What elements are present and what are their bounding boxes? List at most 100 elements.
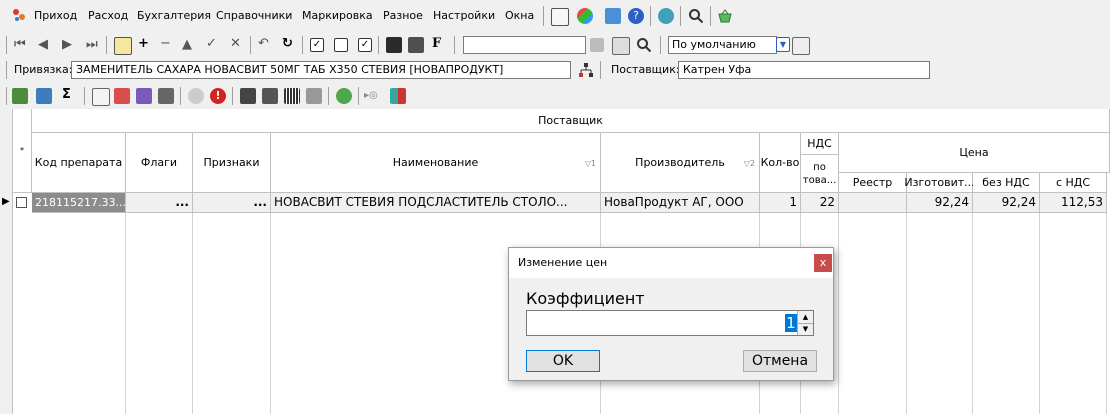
search-icon[interactable] [688,8,704,24]
cell-name[interactable]: НОВАСВИТ СТЕВИЯ ПОДСЛАСТИТЕЛЬ СТОЛО... [271,193,601,213]
column-group-price-label: Цена [959,146,989,159]
check-all-icon[interactable]: ✓ [310,38,324,52]
catalog-icon[interactable] [577,8,593,24]
eraser-icon[interactable] [188,88,204,104]
binding-edit-icon[interactable] [136,88,152,104]
settings-icon[interactable] [792,37,810,55]
binoculars-alt-icon[interactable] [262,88,278,104]
dialog-title: Изменение цен [518,256,608,269]
format-icon[interactable]: F [432,36,441,52]
undo-icon[interactable]: ↶ [258,36,269,52]
save-icon[interactable] [386,37,402,53]
prev-record-icon[interactable]: ◀ [38,37,48,53]
sum-icon[interactable]: Σ [62,87,71,103]
column-header-vat[interactable]: по това... [801,155,839,193]
delete-icon[interactable]: − [160,36,171,52]
document-icon[interactable] [92,88,110,106]
help-icon[interactable]: ? [628,8,644,24]
column-header-maker-price[interactable]: Изготовит... [904,173,975,193]
coefficient-input[interactable]: 1,1 [526,310,814,336]
play-step-icon[interactable]: ▸◎ [364,88,384,104]
export-icon[interactable] [408,37,424,53]
search-input[interactable] [463,36,586,54]
filter-icon[interactable] [612,37,630,55]
add-icon[interactable]: + [138,36,149,52]
cell-no-vat[interactable]: 92,24 [973,193,1040,213]
column-header-signs[interactable]: Признаки [193,133,271,193]
coefficient-spinner[interactable]: ▲ ▼ [797,311,813,335]
menu-okna[interactable]: Окна [505,9,534,22]
uncheck-all-icon[interactable] [334,38,348,52]
binoculars-icon[interactable] [240,88,256,104]
column-header-signs-label: Признаки [203,156,260,169]
cell-registry[interactable] [839,193,907,213]
column-header-registry[interactable]: Реестр [839,173,907,193]
column-header-registry-label: Реестр [852,176,893,189]
cell-maker-price[interactable]: 92,24 [907,193,973,213]
sort-icon[interactable] [114,88,130,104]
menu-buhgalteria[interactable]: Бухгалтерия [137,9,211,22]
basket-icon[interactable] [717,8,733,24]
column-header-code[interactable]: Код препарата [32,133,126,193]
find-icon[interactable] [636,37,652,53]
cell-flags[interactable]: ... [126,193,193,213]
calculator-icon[interactable] [306,88,322,104]
column-header-no-vat[interactable]: без НДС [973,173,1040,193]
last-record-icon[interactable]: ⏭ [86,37,98,53]
menu-prihod[interactable]: Приход [34,9,77,22]
menu-rashod[interactable]: Расход [88,9,128,22]
tree-icon[interactable] [158,88,174,104]
close-button[interactable]: x [814,254,832,272]
percent-icon[interactable] [12,88,28,104]
next-record-icon[interactable]: ▶ [62,37,72,53]
spin-down-icon[interactable]: ▼ [798,324,813,335]
alert-icon[interactable]: ! [210,88,226,104]
cell-vat[interactable]: 22 [801,193,839,213]
cell-code[interactable]: 218115217.33... [32,193,126,213]
box-icon[interactable] [605,8,621,24]
move-up-icon[interactable]: ▲ [182,37,192,53]
column-header-with-vat[interactable]: с НДС [1040,173,1107,193]
price-change-dialog: Изменение цен x Коэффициент 1,1 ▲ ▼ OK О… [508,247,834,381]
app-logo-icon [12,8,26,22]
column-header-maker-price-label: Изготовит... [904,176,975,189]
menu-raznoe[interactable]: Разное [383,9,423,22]
row-marker-header: * [13,109,32,193]
cell-with-vat[interactable]: 112,53 [1040,193,1107,213]
price-table-icon[interactable] [36,88,52,104]
preset-select[interactable]: По умолчанию [668,36,777,54]
cell-qty[interactable]: 1 [760,193,801,213]
chevron-down-icon[interactable]: ▼ [776,37,790,52]
cell-signs[interactable]: ... [193,193,271,213]
globe-icon[interactable] [336,88,352,104]
edit-document-icon[interactable] [114,37,132,55]
column-header-qty[interactable]: Кол-во [760,133,801,193]
hierarchy-icon[interactable] [578,62,594,78]
column-group-vat: НДС [801,133,839,155]
supplier-field[interactable]: Катрен Уфа [678,61,930,79]
cancel-button[interactable]: Отмена [743,350,817,372]
menu-nastroiki[interactable]: Настройки [433,9,495,22]
menu-spravochniki[interactable]: Справочники [216,9,292,22]
barcode-icon[interactable] [284,88,300,104]
confirm-icon[interactable]: ✓ [206,36,217,52]
refresh-icon[interactable]: ↻ [282,36,293,52]
calendar-icon[interactable] [590,38,604,52]
column-header-flags[interactable]: Флаги [126,133,193,193]
binding-field[interactable]: ЗАМЕНИТЕЛЬ САХАРА НОВАСВИТ 50МГ ТАБ Х350… [71,61,571,79]
menu-markirovka[interactable]: Маркировка [302,9,373,22]
dialog-titlebar[interactable]: Изменение цен x [509,248,833,278]
row-checkbox[interactable] [16,197,27,208]
cell-manufacturer[interactable]: НоваПродукт АГ, ООО [601,193,760,213]
menu-bar: Приход Расход Бухгалтерия Справочники Ма… [0,0,1110,33]
spin-up-icon[interactable]: ▲ [798,311,813,324]
report-icon[interactable] [551,8,569,26]
cancel-icon[interactable]: ✕ [230,36,241,52]
invert-check-icon[interactable]: ✓ [358,38,372,52]
column-header-manufacturer[interactable]: Производитель ▽2 [601,133,760,193]
color-grid-icon[interactable] [390,88,406,104]
column-header-name[interactable]: Наименование ▽1 [271,133,601,193]
ok-button[interactable]: OK [526,350,600,372]
phone-icon[interactable] [658,8,674,24]
first-record-icon[interactable]: ⏮ [14,37,26,53]
